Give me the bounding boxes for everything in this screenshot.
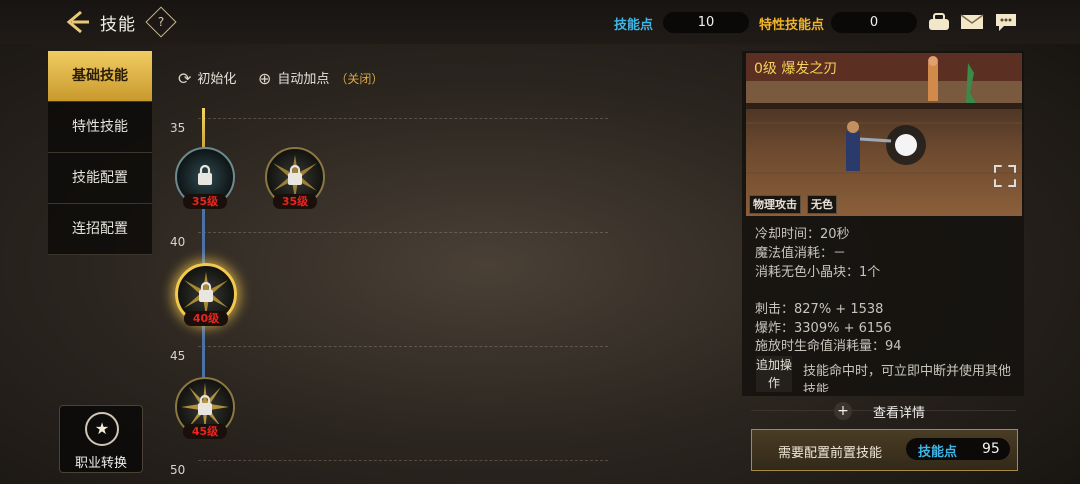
level-label-35: 35 xyxy=(170,121,186,135)
tag-physical-attack: 物理攻击 xyxy=(749,195,801,214)
view-detail-button[interactable]: 查看详情 xyxy=(873,402,925,421)
sidebar-item-combo-config[interactable]: 连招配置 xyxy=(48,204,152,255)
plus-circle-icon: ⊕ xyxy=(258,69,272,88)
auto-assign-button[interactable]: ⊕ 自动加点 （关闭） xyxy=(258,68,383,88)
skill-node-35-b[interactable]: 35级 xyxy=(265,147,325,209)
reset-button[interactable]: ⟳ 初始化 xyxy=(178,68,236,88)
sidebar-item-basic-skills[interactable]: 基础技能 xyxy=(48,51,152,102)
job-change-button[interactable]: ★ 职业转换 xyxy=(59,405,143,473)
reset-label: 初始化 xyxy=(197,72,237,87)
skill-level-badge: 40级 xyxy=(184,311,228,326)
level-divider xyxy=(198,460,608,461)
skill-track-active xyxy=(202,108,205,150)
level-label-40: 40 xyxy=(170,235,186,249)
bag-icon[interactable] xyxy=(927,12,951,32)
hp-cost-text: 施放时生命值消耗量：94 xyxy=(755,339,902,354)
mp-cost-text: 魔法值消耗：－ xyxy=(755,246,847,261)
skill-name: 0级 爆发之刃 xyxy=(754,61,838,77)
lock-icon xyxy=(288,164,302,185)
skill-track xyxy=(202,200,205,270)
level-label-50: 50 xyxy=(170,463,186,477)
plus-icon[interactable]: + xyxy=(834,402,852,420)
lock-icon xyxy=(198,394,212,415)
tag-colorless: 无色 xyxy=(807,195,837,214)
auto-assign-state: （关闭） xyxy=(335,72,384,86)
star-icon: ★ xyxy=(85,412,119,446)
level-divider xyxy=(198,232,608,233)
skill-cost-box: 技能点 95 xyxy=(906,438,1010,460)
extra-action-text: 技能命中时，可立即中断并使用其他技能 xyxy=(803,364,1012,392)
skill-points-value: 10 xyxy=(663,12,749,33)
crystal-cost-text: 消耗无色小晶块：1个 xyxy=(755,265,881,280)
sidebar-item-trait-skills[interactable]: 特性技能 xyxy=(48,102,152,153)
skill-points-label: 技能点 xyxy=(614,18,654,33)
lock-icon xyxy=(199,281,213,302)
back-arrow-icon[interactable] xyxy=(64,8,92,36)
sidebar: 基础技能 特性技能 技能配置 连招配置 xyxy=(48,51,152,255)
cooldown-text: 冷却时间：20秒 xyxy=(755,227,850,242)
job-change-label: 职业转换 xyxy=(74,456,127,471)
skill-cost-label: 技能点 xyxy=(918,445,958,460)
skill-level-badge: 35级 xyxy=(183,194,227,209)
skill-level-badge: 35级 xyxy=(273,194,317,209)
skill-node-45[interactable]: 45级 xyxy=(175,377,235,439)
skill-node-40-selected[interactable]: 40级 xyxy=(175,263,237,326)
skill-node-35-a[interactable]: 35级 xyxy=(175,147,235,209)
mail-icon[interactable] xyxy=(960,12,984,32)
level-divider xyxy=(198,346,608,347)
stab-damage-text: 刺击：827% + 1538 xyxy=(755,302,884,317)
explode-damage-text: 爆炸：3309% + 6156 xyxy=(755,321,892,336)
sidebar-item-skill-config[interactable]: 技能配置 xyxy=(48,153,152,204)
skill-track xyxy=(202,318,205,382)
prerequisite-skill-button[interactable]: 需要配置前置技能 技能点 95 xyxy=(751,429,1018,471)
need-prereq-label: 需要配置前置技能 xyxy=(778,446,883,461)
skill-cost-value: 95 xyxy=(982,441,1000,457)
level-divider xyxy=(198,118,608,119)
lock-icon xyxy=(198,164,212,185)
page-title: 技能 xyxy=(100,15,136,35)
chat-icon[interactable] xyxy=(994,12,1018,32)
refresh-icon: ⟳ xyxy=(178,69,192,88)
extra-action-tag: 追加操作 xyxy=(756,356,792,392)
auto-assign-label: 自动加点 xyxy=(277,72,330,87)
level-label-45: 45 xyxy=(170,349,186,363)
trait-points-value: 0 xyxy=(831,12,917,33)
trait-points-label: 特性技能点 xyxy=(759,18,825,33)
skill-level-badge: 45级 xyxy=(183,424,227,439)
